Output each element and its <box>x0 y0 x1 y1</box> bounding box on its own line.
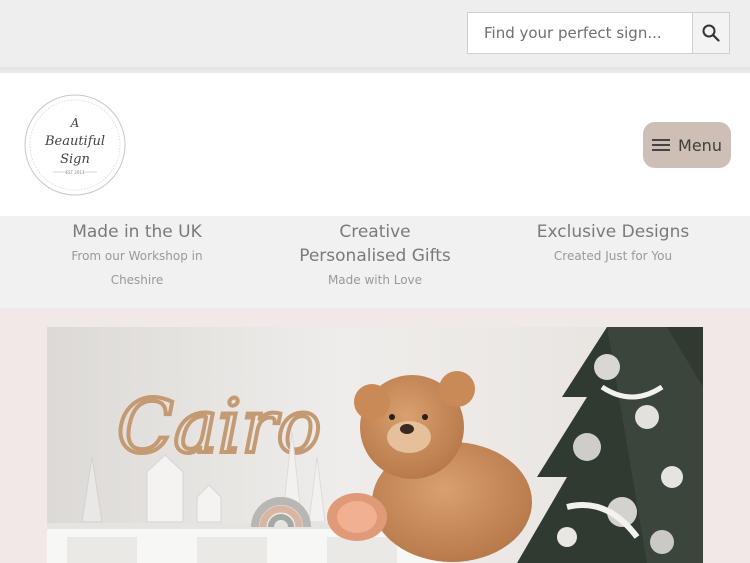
hero-image[interactable]: Cairo <box>47 327 703 563</box>
usp-subtitle: Made with Love <box>327 273 423 287</box>
search-button[interactable] <box>692 13 729 53</box>
search-icon <box>702 24 720 42</box>
usp-title: Exclusive Designs <box>536 222 690 242</box>
menu-button[interactable]: Menu <box>643 122 731 168</box>
usp-title-2: Personalised Gifts <box>299 246 451 266</box>
site-header: A Beautiful Sign EST 2013 Menu <box>0 73 750 216</box>
usp-subtitle-2: Cheshire <box>110 273 164 287</box>
usp-subtitle: From our Workshop in <box>71 249 203 263</box>
usp-made-in-uk: Made in the UK From our Workshop in Ches… <box>32 220 242 292</box>
search-input[interactable] <box>468 13 692 53</box>
hamburger-icon <box>652 139 671 151</box>
search-form <box>467 12 730 54</box>
logo-line-3: Sign <box>60 152 90 167</box>
usp-title: Creative <box>339 222 411 242</box>
usp-title: Made in the UK <box>72 222 202 242</box>
usp-personalised-gifts: Creative Personalised Gifts Made with Lo… <box>270 220 480 292</box>
logo-line-1: A <box>70 116 80 130</box>
site-logo[interactable]: A Beautiful Sign EST 2013 <box>23 93 127 197</box>
menu-label: Menu <box>678 135 722 155</box>
usp-exclusive-designs: Exclusive Designs Created Just for You <box>508 220 718 268</box>
logo-badge: EST 2013 <box>66 170 85 175</box>
usp-band: Made in the UK From our Workshop in Ches… <box>0 216 750 308</box>
top-bar <box>0 0 750 67</box>
usp-subtitle: Created Just for You <box>553 249 673 263</box>
logo-line-2: Beautiful <box>44 134 105 149</box>
